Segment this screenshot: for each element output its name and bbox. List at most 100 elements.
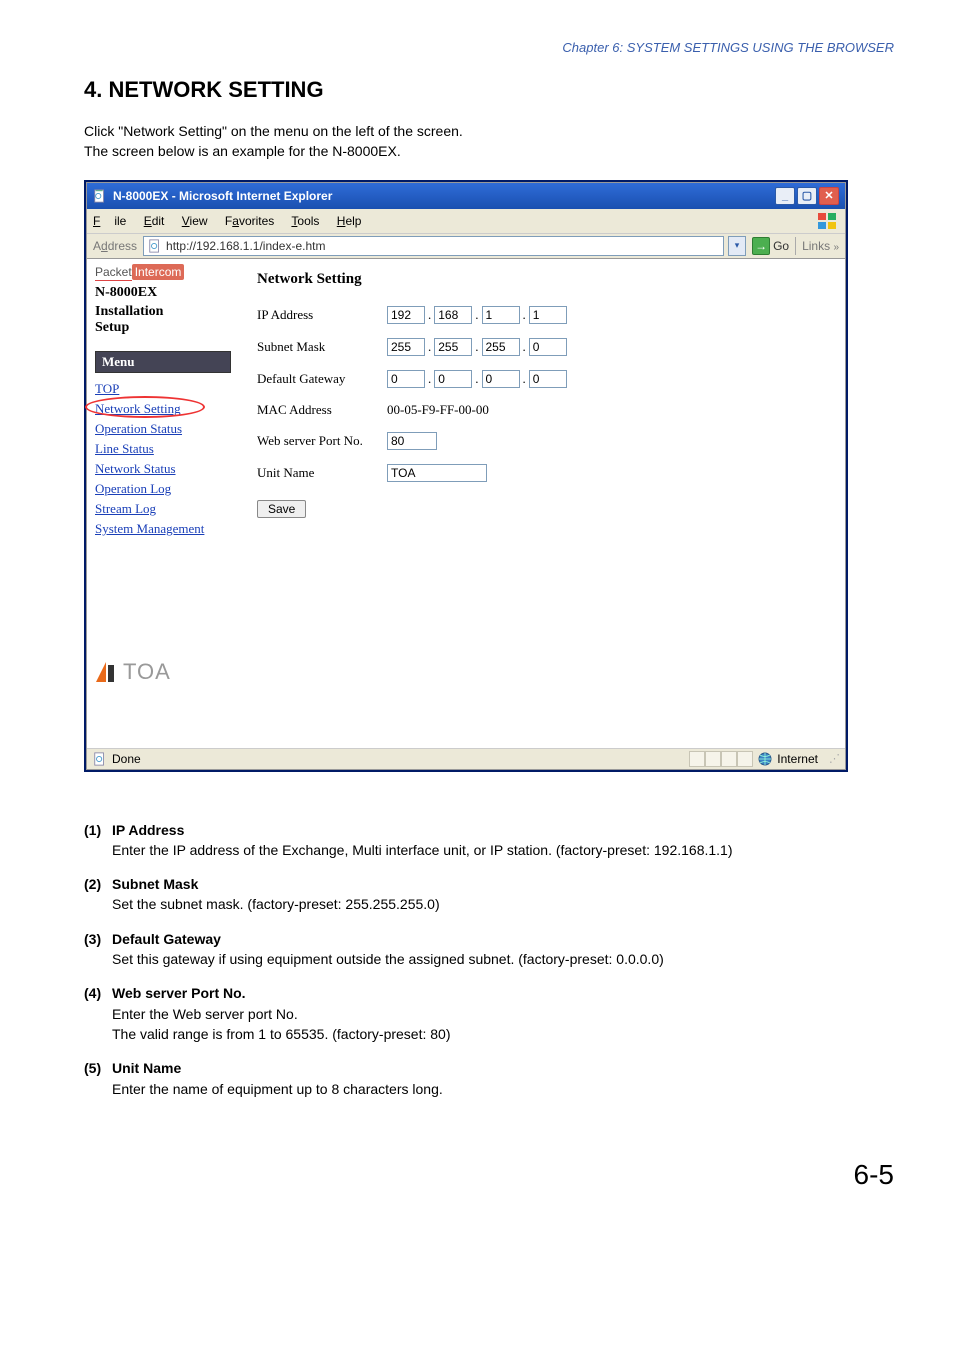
desc-body-5: Enter the name of equipment up to 8 char… [112,1079,894,1099]
desc-heading-2: Subnet Mask [112,876,198,892]
intro-line-1: Click "Network Setting" on the menu on t… [84,123,463,139]
gateway-octet-1[interactable] [387,370,425,388]
section-title: 4. NETWORK SETTING [84,77,894,103]
menu-file[interactable]: File [93,214,126,228]
setup-title-1: Installation [95,304,163,319]
desc-item-1: (1)IP Address Enter the IP address of th… [84,820,894,861]
menu-link-stream-log[interactable]: Stream Log [95,499,231,519]
ie-flag-icon [817,212,839,230]
desc-body-4: Enter the Web server port No. The valid … [112,1004,894,1045]
ie-page-icon [93,189,107,203]
address-label: Address [93,239,137,253]
address-dropdown[interactable]: ▾ [728,236,746,256]
addressbar-separator [795,237,796,255]
menu-link-network-status[interactable]: Network Status [95,459,231,479]
resize-grip-icon: ⋰ [829,752,839,765]
toa-mark-icon [95,661,117,683]
ie-menubar: File Edit View Favorites Tools Help [87,209,845,233]
gateway-octet-3[interactable] [482,370,520,388]
mac-address-label: MAC Address [257,402,387,418]
desc-num-2: (2) [84,874,112,894]
ie-content-frame: PacketIntercom N-8000EX Installation Set… [87,258,845,748]
go-label: Go [773,239,789,253]
desc-heading-4: Web server Port No. [112,985,246,1001]
subnet-octet-3[interactable] [482,338,520,356]
menu-link-operation-status[interactable]: Operation Status [95,419,231,439]
description-list: (1)IP Address Enter the IP address of th… [84,820,894,1099]
row-port: Web server Port No. [257,432,827,450]
ip-octet-2[interactable] [434,306,472,324]
status-zone-text: Internet [777,752,818,766]
subnet-octet-1[interactable] [387,338,425,356]
ip-octet-4[interactable] [529,306,567,324]
ie-title-text: N-8000EX - Microsoft Internet Explorer [113,189,332,203]
address-page-icon [148,239,162,253]
desc-body-1: Enter the IP address of the Exchange, Mu… [112,840,894,860]
links-label[interactable]: Links » [802,239,839,253]
row-unit-name: Unit Name [257,464,827,482]
gateway-octet-4[interactable] [529,370,567,388]
default-gateway-label: Default Gateway [257,371,387,387]
desc-heading-1: IP Address [112,822,184,838]
desc-body-3: Set this gateway if using equipment outs… [112,949,894,969]
device-model: N-8000EX [95,285,231,301]
desc-num-1: (1) [84,820,112,840]
screenshot-border: N-8000EX - Microsoft Internet Explorer _… [84,180,848,772]
unit-name-label: Unit Name [257,465,387,481]
main-panel: Network Setting IP Address . . . Subnet … [239,259,845,748]
port-input[interactable] [387,432,437,450]
internet-zone-icon [758,752,772,766]
desc-item-5: (5)Unit Name Enter the name of equipment… [84,1058,894,1099]
unit-name-input[interactable] [387,464,487,482]
menu-link-network-setting[interactable]: Network Setting [95,399,231,419]
save-button[interactable]: Save [257,500,306,518]
page-number: 6-5 [84,1159,894,1191]
sidebar: PacketIntercom N-8000EX Installation Set… [87,259,239,748]
row-default-gateway: Default Gateway . . . [257,370,827,388]
menu-help[interactable]: Help [337,214,362,228]
desc-body-2: Set the subnet mask. (factory-preset: 25… [112,894,894,914]
subnet-octet-4[interactable] [529,338,567,356]
chapter-header: Chapter 6: SYSTEM SETTINGS USING THE BRO… [84,40,894,55]
row-subnet-mask: Subnet Mask . . . [257,338,827,356]
close-button[interactable]: ✕ [819,187,839,205]
ip-octet-3[interactable] [482,306,520,324]
subnet-octet-2[interactable] [434,338,472,356]
ie-titlebar: N-8000EX - Microsoft Internet Explorer _… [87,183,845,209]
menu-edit[interactable]: Edit [144,214,165,228]
desc-num-5: (5) [84,1058,112,1078]
menu-link-line-status[interactable]: Line Status [95,439,231,459]
setup-title-2: Setup [95,320,129,335]
menu-link-top[interactable]: TOP [95,379,231,399]
desc-heading-3: Default Gateway [112,931,221,947]
status-done-text: Done [112,752,141,766]
go-button[interactable]: → Go [752,237,789,255]
brand-intercom: Intercom [132,264,185,280]
menu-favorites[interactable]: Favorites [225,214,274,228]
maximize-button[interactable]: ▢ [797,187,817,205]
desc-item-4: (4)Web server Port No. Enter the Web ser… [84,983,894,1044]
desc-num-4: (4) [84,983,112,1003]
mac-address-value: 00-05-F9-FF-00-00 [387,402,489,418]
menu-link-system-management[interactable]: System Management [95,519,231,539]
ie-addressbar: Address http://192.168.1.1/index-e.htm ▾… [87,233,845,258]
brand-packet: Packet [95,265,132,281]
gateway-octet-2[interactable] [434,370,472,388]
setup-title: Installation Setup [95,304,231,338]
desc-heading-5: Unit Name [112,1060,181,1076]
menu-link-operation-log[interactable]: Operation Log [95,479,231,499]
ie-window: N-8000EX - Microsoft Internet Explorer _… [86,182,846,770]
status-done-icon [93,752,107,766]
minimize-button[interactable]: _ [775,187,795,205]
intro-line-2: The screen below is an example for the N… [84,143,401,159]
toa-text: TOA [123,659,171,685]
menu-view[interactable]: View [182,214,208,228]
toa-logo: TOA [95,659,231,685]
menu-link-network-setting-label: Network Setting [95,401,181,416]
status-cells [689,751,753,767]
row-mac-address: MAC Address 00-05-F9-FF-00-00 [257,402,827,418]
address-input[interactable]: http://192.168.1.1/index-e.htm [143,236,724,256]
ip-octet-1[interactable] [387,306,425,324]
desc-item-3: (3)Default Gateway Set this gateway if u… [84,929,894,970]
menu-tools[interactable]: Tools [291,214,319,228]
